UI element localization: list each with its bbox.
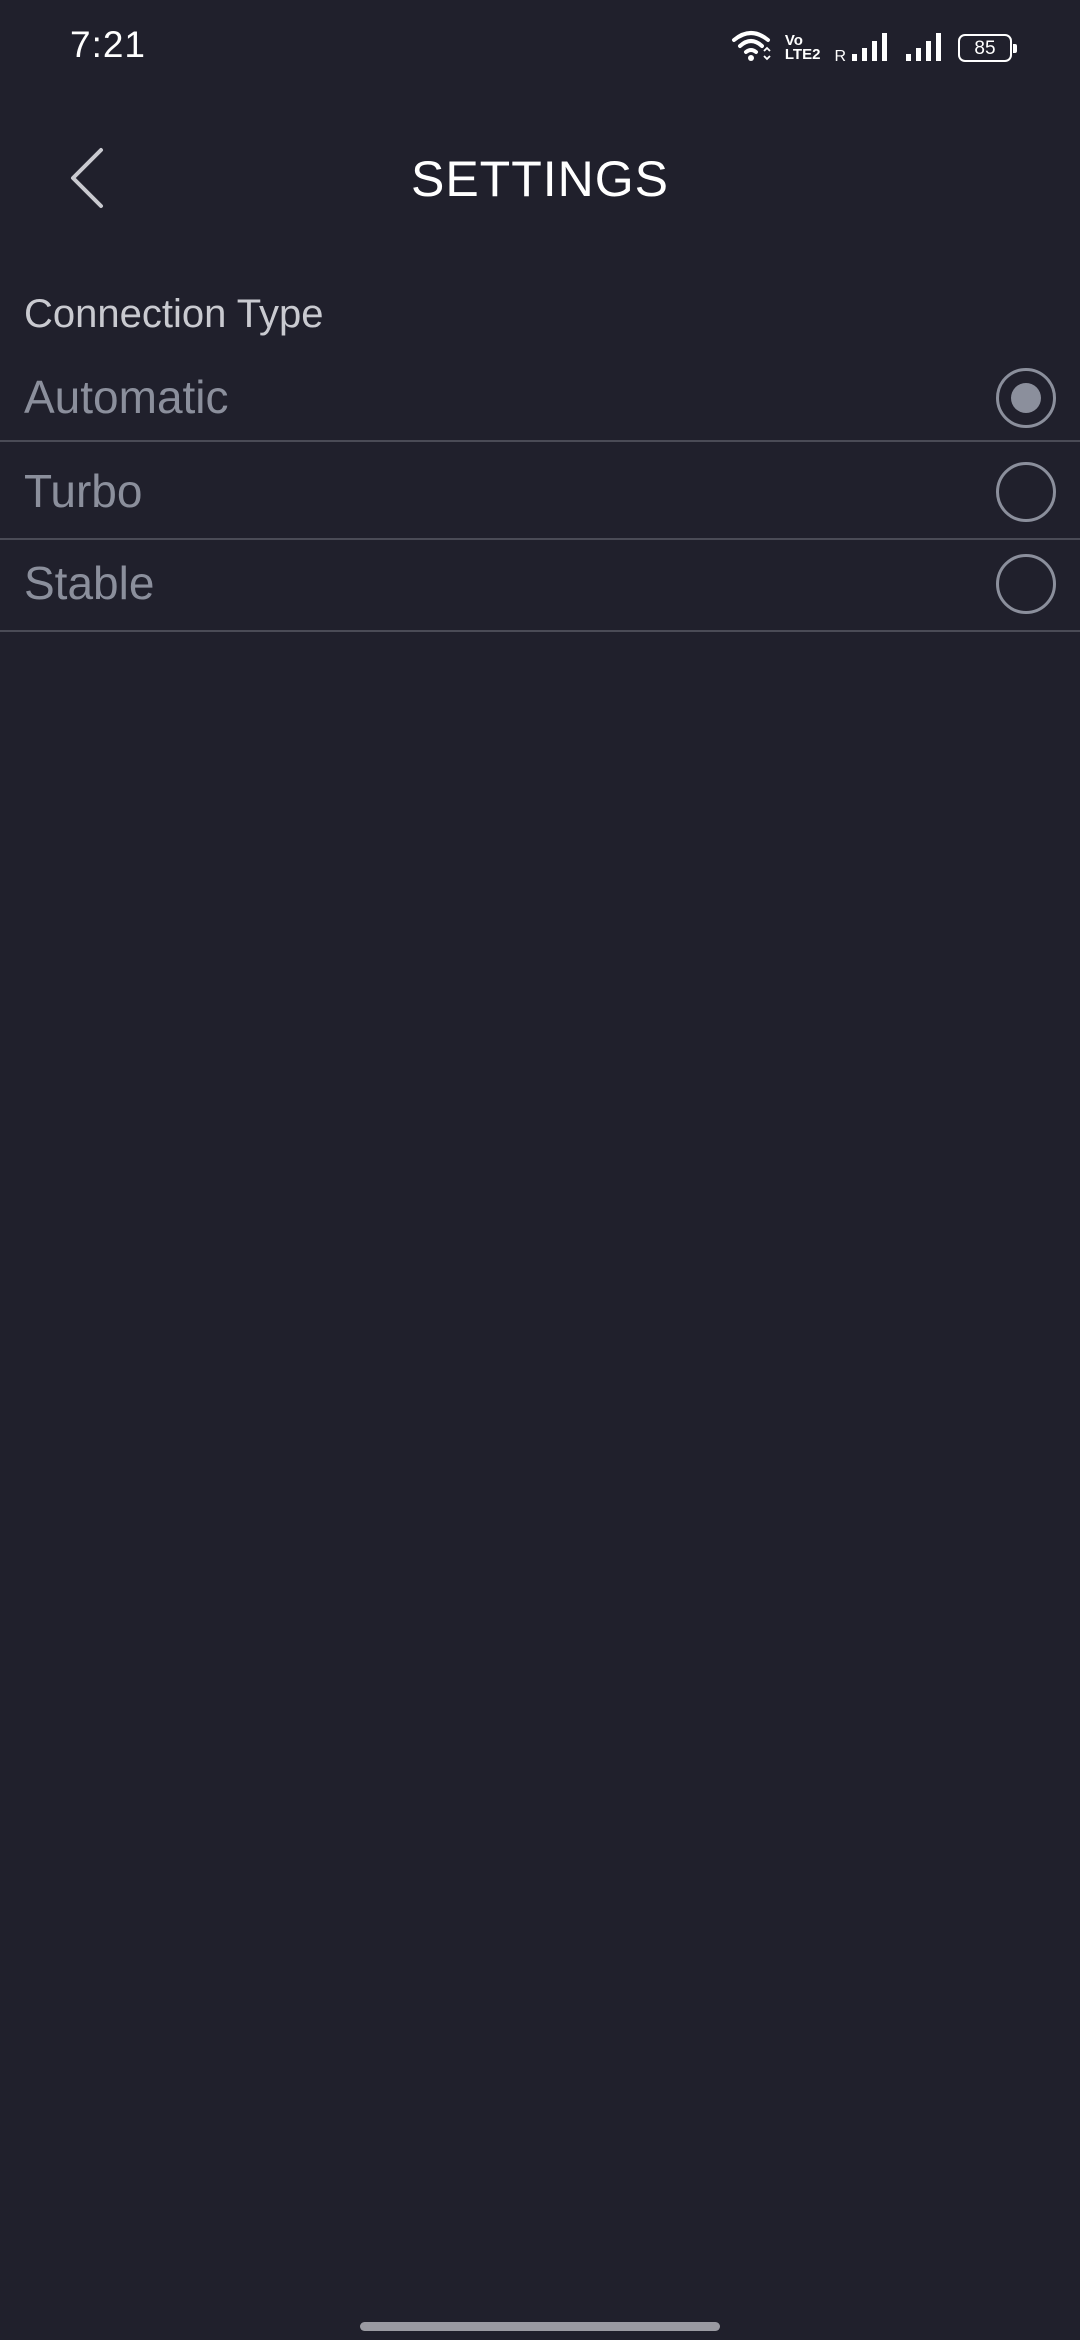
option-label: Turbo xyxy=(24,465,143,517)
connection-type-options: Automatic Turbo Stable xyxy=(0,350,1080,632)
battery-icon: 85 xyxy=(958,34,1017,62)
radio-button[interactable] xyxy=(996,462,1056,522)
option-turbo[interactable]: Turbo xyxy=(0,442,1080,540)
status-icons: Vo LTE2 R 85 xyxy=(717,28,1017,68)
radio-button-selected[interactable] xyxy=(996,368,1056,428)
volte-icon: Vo LTE2 xyxy=(784,33,821,63)
page-title: SETTINGS xyxy=(410,151,670,207)
option-automatic[interactable]: Automatic xyxy=(0,350,1080,442)
radio-button[interactable] xyxy=(996,554,1056,614)
wifi-icon xyxy=(731,29,771,68)
lte-label: LTE2 xyxy=(784,46,821,63)
signal-icon xyxy=(850,30,890,67)
app-header: SETTINGS xyxy=(0,120,1080,240)
roaming-indicator: R xyxy=(834,48,846,65)
option-label: Stable xyxy=(24,557,155,609)
battery-level: 85 xyxy=(974,37,996,59)
status-time: 7:21 xyxy=(70,24,147,65)
status-bar: 7:21 Vo LTE2 R 85 xyxy=(0,0,1080,100)
option-label: Automatic xyxy=(24,371,229,423)
option-stable[interactable]: Stable xyxy=(0,540,1080,632)
home-indicator[interactable] xyxy=(360,2322,720,2331)
signal-icon xyxy=(904,30,944,67)
settings-screen: 7:21 Vo LTE2 R 85 SETTINGS Connection Ty… xyxy=(0,0,1080,2340)
radio-dot xyxy=(1011,383,1041,413)
section-label-connection-type: Connection Type xyxy=(24,292,324,336)
